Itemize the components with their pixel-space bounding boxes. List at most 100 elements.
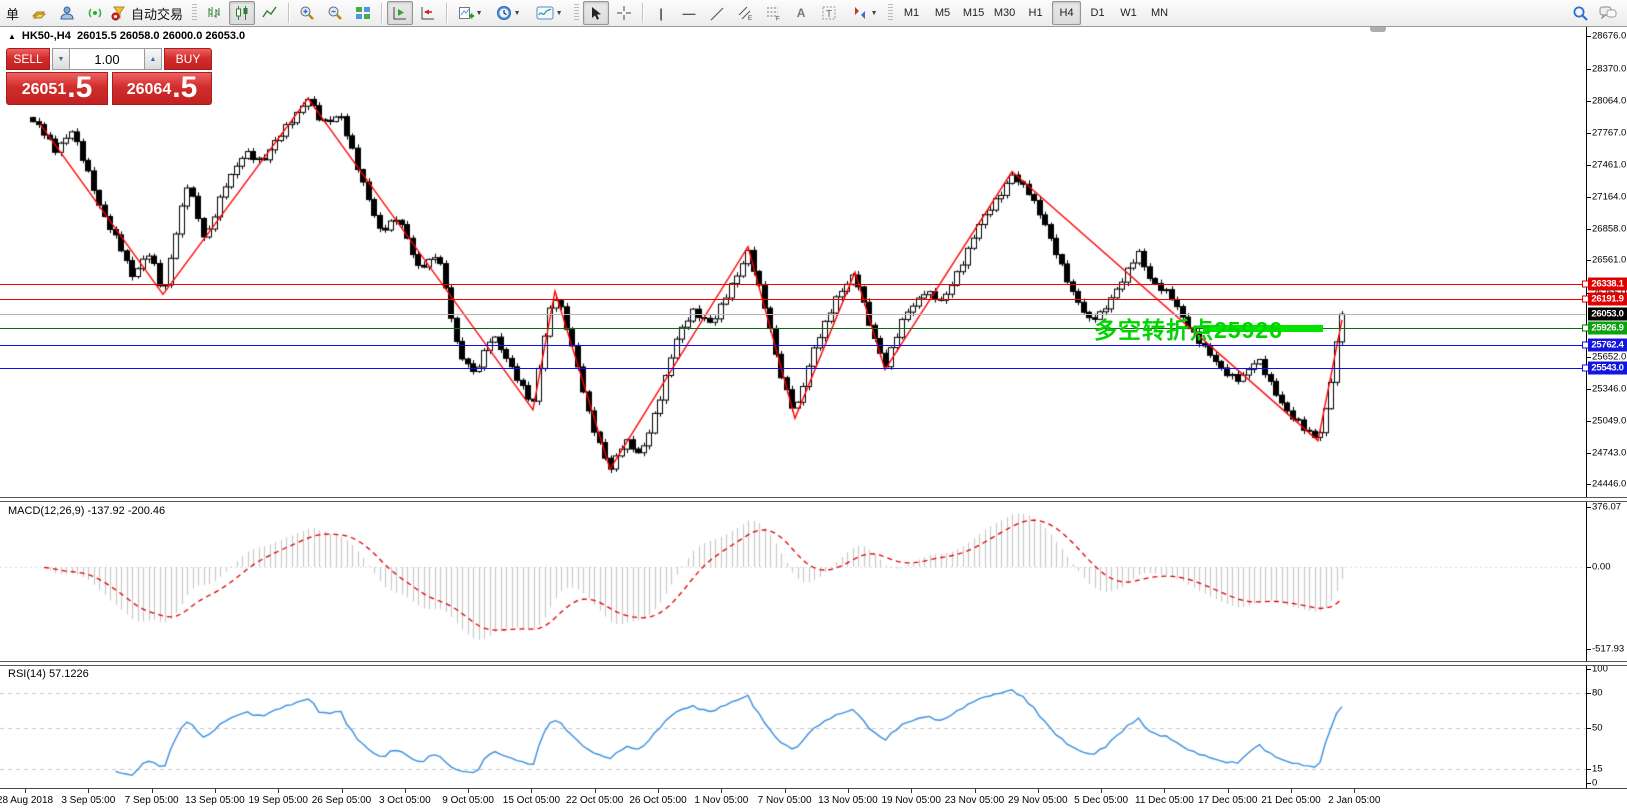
text-label-icon[interactable]: T — [816, 1, 842, 25]
zoom-in-icon[interactable] — [294, 1, 320, 25]
price-level-line[interactable] — [0, 368, 1586, 370]
time-tick-mark — [25, 789, 26, 793]
axis-tick-label: 26561.0 — [1592, 254, 1627, 266]
line-chart-icon[interactable] — [257, 1, 283, 25]
spin-down-icon: ▼ — [57, 55, 65, 63]
auto-scroll-icon[interactable] — [387, 1, 414, 25]
profiles-button[interactable]: ▼ — [490, 1, 526, 25]
horizontal-line-icon[interactable]: — — [676, 1, 702, 25]
time-tick-mark — [1227, 789, 1229, 793]
timeframe-m1[interactable]: M1 — [897, 1, 926, 25]
new-chart-button[interactable]: ▼ — [452, 1, 488, 25]
timeframe-d1[interactable]: D1 — [1083, 1, 1112, 25]
axis-tick-mark — [1586, 769, 1591, 771]
indicators-button[interactable]: ▼ — [528, 1, 570, 25]
community-icon[interactable] — [54, 1, 80, 25]
axis-tick-mark — [1586, 420, 1591, 422]
rsi-canvas[interactable] — [0, 666, 1586, 787]
axis-tick-mark — [1586, 260, 1591, 262]
axis-tick-label: 25049.0 — [1592, 415, 1627, 427]
timeframe-w1[interactable]: W1 — [1114, 1, 1143, 25]
arrows-icon — [854, 7, 865, 19]
volume-increase-button[interactable]: ▲ — [144, 48, 162, 70]
tile-windows-icon[interactable] — [350, 1, 376, 25]
axis-tick-label: 50 — [1592, 722, 1603, 734]
price-axis-border — [1586, 27, 1587, 788]
cursor-icon[interactable] — [583, 1, 610, 25]
time-tick-label: 29 Nov 05:00 — [1008, 795, 1068, 806]
candlestick-chart-icon[interactable] — [229, 1, 256, 25]
axis-tick-mark — [1586, 452, 1591, 454]
time-tick-mark — [1101, 789, 1103, 793]
toolbar-handle — [192, 4, 198, 22]
turning-point-annotation[interactable]: 多空转折点25926 — [1094, 311, 1283, 345]
price-level-line[interactable] — [0, 314, 1586, 316]
new-chart-caret-icon[interactable]: ▼ — [476, 10, 483, 17]
price-canvas[interactable] — [0, 27, 1586, 496]
buy-price-fraction: .5 — [172, 71, 198, 104]
volume-input[interactable] — [70, 48, 144, 70]
gold-icon[interactable] — [26, 1, 52, 25]
sell-button[interactable]: SELL — [6, 48, 50, 70]
indicators-icon — [536, 6, 554, 20]
trendline-icon[interactable]: ／ — [704, 1, 730, 25]
axis-tick-label: 26858.0 — [1592, 223, 1627, 235]
new-order-button[interactable]: 单 — [1, 1, 24, 25]
price-level-line[interactable] — [0, 299, 1586, 301]
profiles-clock-icon — [496, 6, 511, 20]
chart-shift-icon[interactable] — [415, 1, 441, 25]
zoom-out-icon[interactable] — [322, 1, 348, 25]
axis-tick-label: 28370.0 — [1592, 63, 1627, 75]
timeframe-m30[interactable]: M30 — [990, 1, 1019, 25]
sell-price-button[interactable]: 26051.5 — [6, 72, 108, 105]
time-tick-label: 13 Nov 05:00 — [818, 795, 878, 806]
signals-icon[interactable] — [82, 1, 108, 25]
axis-tick-mark — [1586, 728, 1591, 729]
timeframe-m15[interactable]: M15 — [959, 1, 988, 25]
chat-icon[interactable] — [1595, 1, 1621, 25]
timeframe-m5[interactable]: M5 — [928, 1, 957, 25]
time-tick-label: 28 Aug 2018 — [0, 795, 54, 806]
equidistant-channel-icon[interactable]: E — [732, 1, 758, 25]
price-level-line[interactable] — [0, 327, 1586, 329]
buy-button[interactable]: BUY — [164, 48, 212, 70]
bar-chart-icon[interactable] — [201, 1, 227, 25]
volume-decrease-button[interactable]: ▼ — [52, 48, 70, 70]
time-tick-mark — [151, 789, 153, 793]
arrows-caret-icon[interactable]: ▼ — [871, 10, 878, 17]
vertical-line-icon[interactable]: | — [648, 1, 674, 25]
time-tick-mark — [1291, 789, 1292, 793]
spin-up-icon: ▲ — [149, 55, 157, 63]
search-icon[interactable] — [1567, 1, 1593, 25]
timeframe-h4[interactable]: H4 — [1052, 1, 1082, 25]
timeframe-mn[interactable]: MN — [1145, 1, 1174, 25]
axis-tick-mark — [1586, 669, 1591, 670]
fibonacci-icon[interactable]: F — [760, 1, 786, 25]
volume-stepper: ▼ ▲ — [52, 48, 162, 70]
price-level-line[interactable] — [0, 344, 1586, 346]
profiles-caret-icon[interactable]: ▼ — [514, 10, 521, 17]
one-click-collapse-icon[interactable]: ▲ — [8, 32, 16, 41]
time-axis-border — [0, 788, 1627, 789]
buy-price-button[interactable]: 26064.5 — [112, 72, 212, 105]
crosshair-icon[interactable] — [611, 1, 637, 25]
indicators-caret-icon[interactable]: ▼ — [556, 10, 563, 17]
text-icon[interactable]: A — [788, 1, 814, 25]
time-tick-label: 17 Dec 05:00 — [1197, 795, 1258, 806]
price-level-line[interactable] — [0, 284, 1586, 285]
time-tick-mark — [847, 789, 849, 793]
panel-splitter[interactable] — [0, 497, 1627, 502]
time-tick-mark — [1164, 789, 1166, 793]
rsi-label: RSI(14) 57.1226 — [8, 668, 89, 680]
arrows-button[interactable]: ▼ — [844, 1, 884, 25]
axis-tick-mark — [1586, 68, 1591, 70]
toolbar-handle — [574, 4, 580, 22]
timeframe-h1[interactable]: H1 — [1021, 1, 1050, 25]
axis-tick-mark — [1586, 692, 1591, 694]
time-tick-label: 22 Oct 05:00 — [566, 795, 624, 806]
time-tick-mark — [974, 789, 976, 793]
autotrading-button[interactable]: 自动交易 — [110, 1, 188, 25]
macd-canvas[interactable] — [0, 502, 1586, 660]
chart-window[interactable]: 多空转折点25926 ▲ HK50-,H4 26015.5 26058.0 260… — [0, 27, 1627, 809]
panel-splitter[interactable] — [0, 661, 1627, 666]
